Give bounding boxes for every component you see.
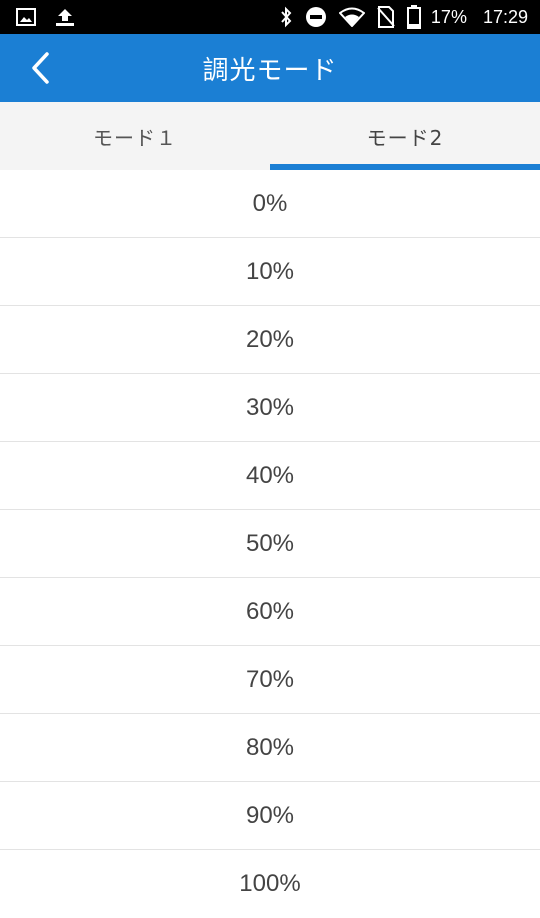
- list-item-80[interactable]: 80%: [0, 714, 540, 782]
- bluetooth-icon: [279, 6, 293, 28]
- list-item-90[interactable]: 90%: [0, 782, 540, 850]
- list-item-70[interactable]: 70%: [0, 646, 540, 714]
- list-item-20[interactable]: 20%: [0, 306, 540, 374]
- chevron-left-icon: [29, 51, 51, 85]
- battery-icon: [406, 5, 421, 29]
- back-button[interactable]: [20, 48, 60, 88]
- list-item-40[interactable]: 40%: [0, 442, 540, 510]
- tab-mode-1[interactable]: モード１: [0, 102, 270, 170]
- upload-icon: [54, 7, 76, 27]
- list-item-100[interactable]: 100%: [0, 850, 540, 918]
- battery-percentage: 17%: [430, 6, 467, 27]
- list-item-30[interactable]: 30%: [0, 374, 540, 442]
- page-title: 調光モード: [202, 55, 338, 86]
- status-bar: 17% 17:29: [0, 0, 540, 34]
- status-bar-left: [16, 7, 94, 27]
- tab-bar: モード１ モード2: [0, 102, 540, 170]
- brightness-list: 0% 10% 20% 30% 40% 50% 60% 70% 80% 90% 1…: [0, 170, 540, 918]
- list-item-10[interactable]: 10%: [0, 238, 540, 306]
- wifi-icon: [338, 7, 365, 27]
- list-item-60[interactable]: 60%: [0, 578, 540, 646]
- status-bar-right: 17% 17:29: [267, 5, 528, 29]
- no-sim-icon: [377, 6, 395, 28]
- do-not-disturb-icon: [305, 6, 327, 28]
- app-bar: 調光モード: [0, 34, 540, 102]
- image-icon: [16, 8, 36, 26]
- list-item-50[interactable]: 50%: [0, 510, 540, 578]
- list-item-0[interactable]: 0%: [0, 170, 540, 238]
- tab-label: モード１: [93, 125, 177, 150]
- tab-label: モード2: [366, 125, 444, 150]
- tab-mode-2[interactable]: モード2: [270, 102, 540, 170]
- clock: 17:29: [482, 6, 528, 27]
- tab-active-indicator: [270, 164, 540, 170]
